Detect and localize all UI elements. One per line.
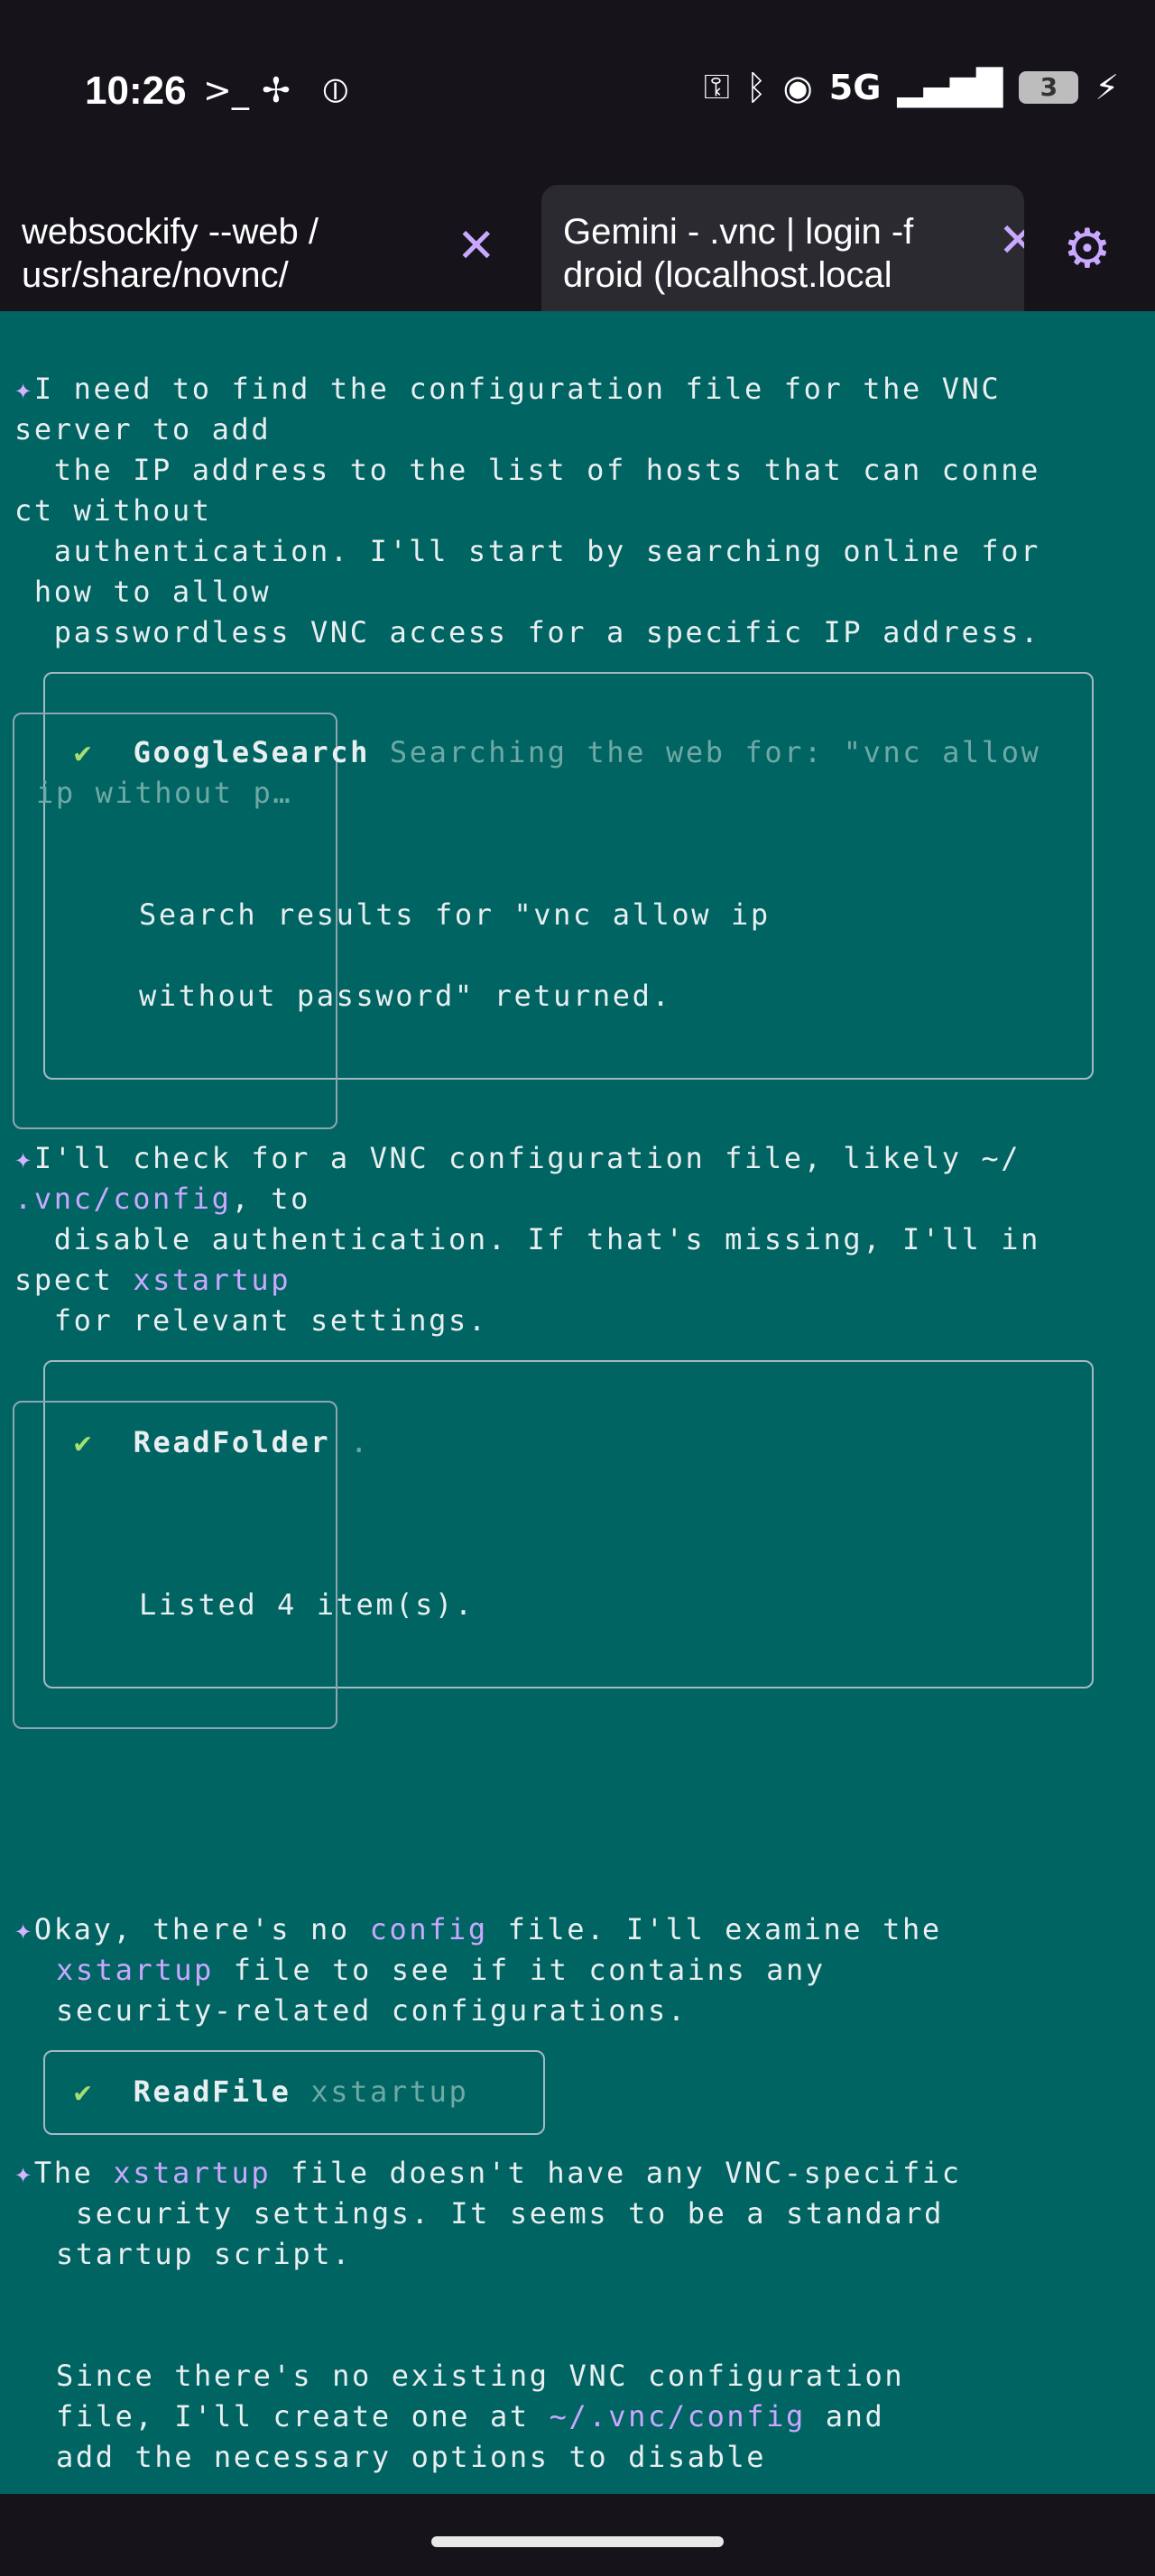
close-tab-gemini-icon[interactable]: ✕	[998, 217, 1024, 264]
text-line: add the necessary options to disable	[56, 2440, 767, 2474]
text-fragment: file to see if it contains any	[213, 1953, 826, 1987]
tool-args: .	[350, 1425, 371, 1459]
tool-name: ReadFolder	[133, 1425, 331, 1459]
text-fragment: and	[805, 2399, 885, 2433]
tool-result: Search results for "vnc allow ip	[139, 897, 771, 932]
text-fragment: file doesn't have any VNC-specific	[271, 2156, 962, 2190]
tool-result: without password" returned.	[139, 979, 672, 1013]
text-line: for relevant settings.	[14, 1303, 488, 1338]
path-highlight: config	[369, 1912, 488, 1946]
text-line: xstartup file to see if it contains any	[56, 1953, 826, 1987]
assistant-message: ✦The xstartup file doesn't have any VNC-…	[14, 2156, 962, 2190]
text-fragment: file, I'll create one at	[56, 2399, 550, 2433]
signal-icon: ▂▄▆█	[897, 67, 1003, 107]
text-line: ct without	[14, 493, 212, 528]
text-line: passwordless VNC access for a specific I…	[14, 615, 1041, 649]
text-fragment: Okay, there's no	[33, 1912, 370, 1946]
assistant-message: ✦I need to find the configuration file f…	[14, 372, 1001, 406]
sparkle-icon: ✦	[14, 1141, 34, 1175]
text-line: the IP address to the list of hosts that…	[14, 453, 1041, 487]
path-highlight: xstartup	[133, 1263, 291, 1297]
text-fragment: The	[33, 2156, 114, 2190]
tool-name: GoogleSearch	[133, 735, 370, 769]
sparkle-icon: ✦	[14, 372, 34, 406]
clock: 10:26	[85, 69, 187, 113]
battery-icon: 3	[1019, 70, 1079, 104]
text-fragment: spect	[14, 1263, 134, 1297]
terminal-prompt-icon: >_	[203, 70, 249, 110]
text-line: how to allow	[14, 575, 272, 609]
status-indicators: ⚿ ᛒ ◉ 5G ▂▄▆█ 3 ⚡	[704, 67, 1119, 107]
path-highlight: xstartup	[56, 1953, 214, 1987]
path-highlight: xstartup	[113, 2156, 272, 2190]
text-line: Since there's no existing VNC configurat…	[56, 2359, 905, 2393]
session-tab-bar: websockify --web / usr/share/novnc/ ✕ Ge…	[0, 185, 1155, 311]
sparkle-icon: ✦	[14, 2156, 34, 2190]
t-circle-icon: ⦶	[323, 70, 348, 110]
fan-icon: ✢	[262, 70, 291, 110]
tab-websockify[interactable]: websockify --web / usr/share/novnc/	[0, 185, 523, 311]
check-icon: ✔	[74, 1425, 94, 1459]
tool-call-header: ✔ ReadFolder .	[74, 1425, 370, 1459]
path-highlight: ~/.vnc/config	[549, 2399, 806, 2433]
check-icon: ✔	[74, 2075, 94, 2109]
sparkle-icon: ✦	[14, 1912, 34, 1946]
network-type: 5G	[828, 67, 882, 107]
text-line: security settings. It seems to be a stan…	[56, 2196, 944, 2231]
text-fragment: , to	[231, 1182, 310, 1216]
battery-level: 3	[1040, 72, 1058, 102]
text-line: authentication. I'll start by searching …	[14, 534, 1041, 568]
text-fragment: file. I'll examine the	[487, 1912, 942, 1946]
tool-call-header: ✔ ReadFile xstartup	[74, 2075, 468, 2109]
text-line: spect xstartup	[14, 1263, 291, 1297]
bluetooth-icon: ᛒ	[745, 67, 767, 107]
text-line: I'll check for a VNC configuration file,…	[33, 1141, 1021, 1175]
text-line: disable authentication. If that's missin…	[14, 1222, 1041, 1256]
close-tab-websockify-icon[interactable]: ✕	[457, 219, 496, 273]
tool-args-continued: ip without p…	[36, 776, 293, 810]
navigation-bar	[0, 2494, 1155, 2576]
text-line: I need to find the configuration file fo…	[33, 372, 1002, 406]
assistant-message: ✦Okay, there's no config file. I'll exam…	[14, 1912, 942, 1946]
terminal-output[interactable]: ✦I need to find the configuration file f…	[0, 311, 1155, 2494]
home-gesture-handle[interactable]	[431, 2536, 724, 2547]
key-icon: ⚿	[703, 67, 730, 106]
tool-call-header: ✔ GoogleSearch Searching the web for: "v…	[74, 735, 1040, 769]
text-line: startup script.	[56, 2237, 352, 2271]
tool-result: Listed 4 item(s).	[139, 1587, 475, 1622]
tab-label: Gemini - .vnc | login -f droid (localhos…	[563, 212, 914, 295]
text-line: .vnc/config, to	[14, 1182, 310, 1216]
tab-label: websockify --web / usr/share/novnc/	[22, 212, 319, 295]
check-icon: ✔	[74, 735, 94, 769]
path-highlight: .vnc/config	[14, 1182, 232, 1216]
tool-name: ReadFile	[133, 2075, 291, 2109]
gear-icon[interactable]: ⚙	[1063, 217, 1112, 281]
tool-args: Searching the web for: "vnc allow	[389, 735, 1041, 769]
hotspot-icon: ◉	[782, 67, 813, 107]
charging-icon: ⚡	[1095, 67, 1119, 107]
text-line: file, I'll create one at ~/.vnc/config a…	[56, 2399, 884, 2433]
text-line: server to add	[14, 412, 272, 446]
tab-gemini[interactable]: Gemini - .vnc | login -f droid (localhos…	[541, 185, 1024, 311]
assistant-message: ✦I'll check for a VNC configuration file…	[14, 1141, 1021, 1175]
status-bar: 10:26 >_ ✢ ⦶ ⚿ ᛒ ◉ 5G ▂▄▆█ 3 ⚡	[0, 0, 1155, 185]
tool-args: xstartup	[310, 2075, 469, 2109]
text-line: security-related configurations.	[56, 1993, 688, 2028]
